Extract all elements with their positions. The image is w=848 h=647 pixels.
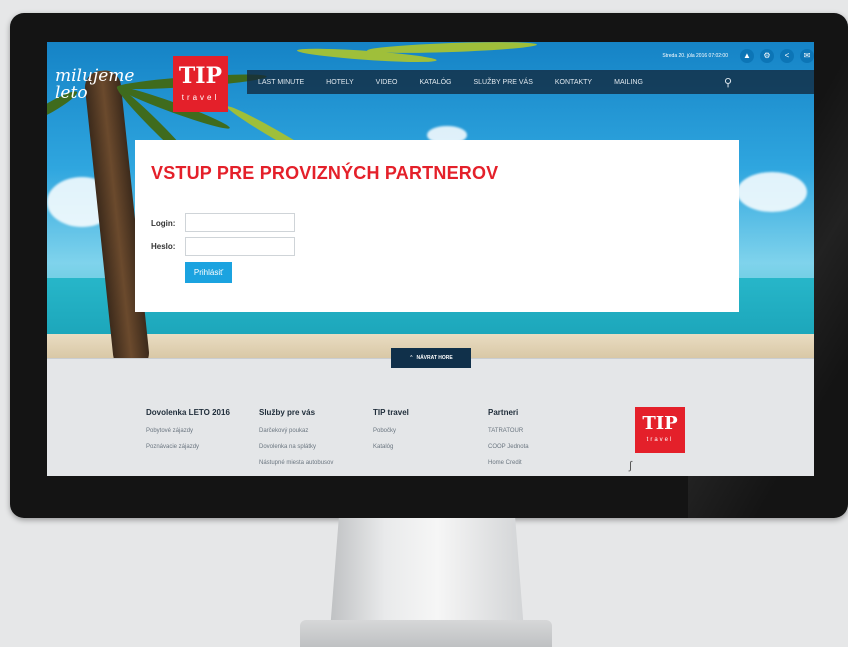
search-icon[interactable]: ⚲ [724, 76, 732, 89]
tip-travel-logo[interactable]: TIP travel [173, 56, 228, 112]
footer-heading: TIP travel [373, 408, 409, 417]
thumbs-up-icon[interactable]: ▲ [740, 49, 754, 63]
footer-link[interactable]: Pobytové zájazdy [146, 428, 264, 434]
share-icon[interactable]: < [780, 49, 794, 63]
footer-heading: Služby pre vás [259, 408, 316, 417]
password-label: Heslo: [151, 242, 176, 251]
footer-heading: Dovolenka LETO 2016 [146, 408, 230, 417]
current-date: Streda 20. júla 2016 07:02:00 [662, 53, 728, 59]
footer-column-dovolenka: Dovolenka LETO 2016 Pobytové zájazdy Poz… [146, 408, 264, 450]
footer-heading: Partneri [488, 408, 519, 417]
login-title: VSTUP PRE PROVIZNÝCH PARTNEROV [151, 163, 499, 183]
footer-link[interactable]: Dovolenka na splátky [259, 444, 377, 450]
logo-sub-text: travel [181, 93, 220, 102]
slogan-logo[interactable]: milujeme leto [55, 68, 167, 102]
login-input[interactable] [185, 213, 295, 232]
footer-column-sluzby: Služby pre vás Darčekový poukaz Dovolenk… [259, 408, 377, 466]
password-input[interactable] [185, 237, 295, 256]
footer-link[interactable]: TATRATOUR [488, 428, 606, 434]
footer-link[interactable]: Nástupné miesta autobusov [259, 460, 377, 466]
page-footer: Dovolenka LETO 2016 Pobytové zájazdy Poz… [47, 358, 814, 476]
nav-item-hotely[interactable]: HOTELY [315, 79, 365, 86]
chevron-up-icon: ⌃ [409, 355, 414, 361]
login-label: Login: [151, 219, 176, 228]
nav-item-last-minute[interactable]: LAST MINUTE [247, 79, 315, 86]
login-card: VSTUP PRE PROVIZNÝCH PARTNEROV Login: He… [135, 140, 739, 312]
footer-column-partneri: Partneri TATRATOUR COOP Jednota Home Cre… [488, 408, 606, 466]
main-navigation: LAST MINUTE HOTELY VIDEO KATALÓG SLUŽBY … [247, 70, 814, 94]
nav-item-mailing[interactable]: MAILING [603, 79, 654, 86]
monitor-stand [330, 518, 524, 626]
footer-link[interactable]: Home Credit [488, 460, 606, 466]
footer-link[interactable]: Darčekový poukaz [259, 428, 377, 434]
back-to-top-label: NÁVRAT HORE [416, 355, 453, 361]
gear-icon[interactable]: ⚙ [760, 49, 774, 63]
nav-item-katalog[interactable]: KATALÓG [408, 79, 462, 86]
footer-decor-icon: ∫ [629, 460, 633, 472]
mail-icon[interactable]: ✉ [800, 49, 814, 63]
cloud [737, 172, 807, 212]
footer-logo-sub-text: travel [646, 437, 674, 443]
top-utility-bar: Streda 20. júla 2016 07:02:00 ▲ ⚙ < ✉ [531, 44, 814, 68]
logo-main-text: TIP [178, 63, 223, 89]
footer-link[interactable]: COOP Jednota [488, 444, 606, 450]
footer-link[interactable]: Poznávacie zájazdy [146, 444, 264, 450]
footer-logo-main-text: TIP [642, 413, 678, 434]
nav-item-video[interactable]: VIDEO [365, 79, 409, 86]
login-submit-button[interactable]: Prihlásiť [185, 262, 232, 283]
nav-item-kontakty[interactable]: KONTAKTY [544, 79, 603, 86]
back-to-top-button[interactable]: ⌃ NÁVRAT HORE [391, 348, 471, 368]
footer-column-tip-travel: TIP travel Pobočky Katalóg [373, 408, 491, 450]
footer-tip-travel-logo[interactable]: TIP travel [635, 407, 685, 453]
nav-item-sluzby[interactable]: SLUŽBY PRE VÁS [462, 79, 543, 86]
monitor-stand-base [300, 620, 552, 647]
browser-screen: milujeme leto TIP travel Streda 20. júla… [47, 42, 814, 476]
footer-link[interactable]: Katalóg [373, 444, 491, 450]
footer-link[interactable]: Pobočky [373, 428, 491, 434]
